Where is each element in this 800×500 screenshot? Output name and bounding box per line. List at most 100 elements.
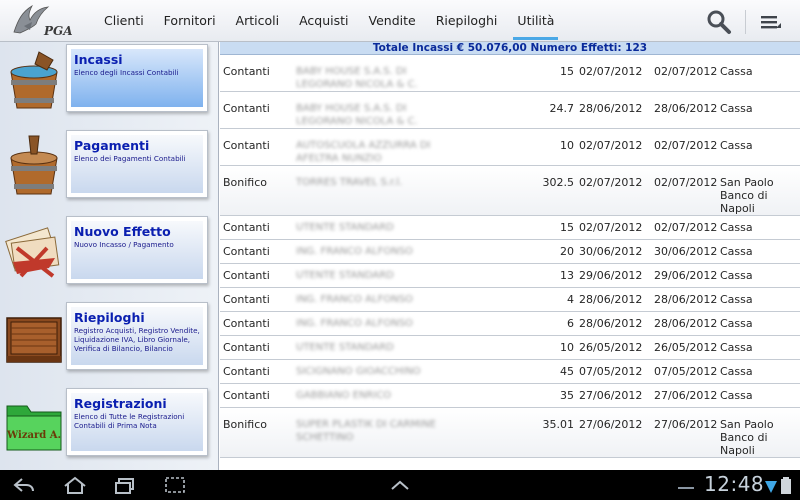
app-logo[interactable]: PGA (10, 2, 80, 40)
table-row[interactable]: Contanti UTENTE STANDARD 13 29/06/2012 29/06… (220, 264, 800, 288)
amount-cell: 35 (560, 389, 574, 402)
tab-vendite[interactable]: Vendite (359, 0, 426, 42)
account-cell: Cassa (720, 365, 753, 378)
account-cell: Cassa (720, 245, 753, 258)
date-cell: 02/07/2012 (579, 139, 643, 152)
payment-type-cell: Contanti (223, 269, 270, 282)
usb-icon (678, 487, 694, 489)
overflow-menu-icon (761, 16, 781, 29)
up-chevron-icon[interactable] (388, 476, 412, 494)
sidebar-item-description: Elenco dei Pagamenti Contabili (74, 154, 186, 163)
table-row[interactable]: Bonifico TORRES TRAVEL S.r.l. 302.5 02/07/2… (220, 166, 800, 216)
sidebar-item-pagamenti[interactable]: Pagamenti Elenco dei Pagamenti Contabili (0, 128, 218, 212)
wizard-folder-icon: Wizard A. (3, 390, 65, 456)
table-row[interactable]: Contanti AUTOSCUOLA AZZURRA DI AFELTRA NU… (220, 129, 800, 166)
date-cell: 29/06/2012 (579, 269, 643, 282)
wooden-crate-icon (3, 304, 65, 370)
table-row[interactable]: Contanti BABY HOUSE S.A.S. DI LEGORANO NI… (220, 55, 800, 92)
sidebar-card-pagamenti: Pagamenti Elenco dei Pagamenti Contabili (66, 130, 208, 198)
customer-name-cell: GABBIANO ENRICO (296, 390, 392, 401)
table-row[interactable]: Contanti ING. FRANCO ALFONSO 20 30/06/2012 3… (220, 240, 800, 264)
amount-cell: 10 (560, 139, 574, 152)
amount-cell: 35.01 (542, 418, 575, 431)
back-icon[interactable] (12, 476, 36, 494)
payment-type-cell: Bonifico (223, 176, 268, 189)
customer-name-cell: ING. FRANCO ALFONSO (296, 294, 413, 305)
tab-fornitori[interactable]: Fornitori (154, 0, 226, 42)
table-row[interactable]: Contanti UTENTE STANDARD 10 26/05/2012 26/05… (220, 336, 800, 360)
customer-name-cell: TORRES TRAVEL S.r.l. (296, 177, 403, 188)
account-cell: Cassa (720, 269, 753, 282)
customer-name-cell: SICIGNANO GIOACCHINO (296, 366, 421, 377)
incassi-rows: Contanti BABY HOUSE S.A.S. DI LEGORANO NI… (220, 55, 800, 458)
sidebar-item-title: Nuovo Effetto (74, 224, 171, 239)
tab-articoli[interactable]: Articoli (226, 0, 290, 42)
value-date-cell: 30/06/2012 (654, 245, 718, 258)
screenshot-icon[interactable] (163, 476, 187, 494)
payment-type-cell: Contanti (223, 293, 270, 306)
value-date-cell: 27/06/2012 (654, 389, 718, 402)
account-cell: Cassa (720, 389, 753, 402)
account-cell: San Paolo Banco di Napoli (720, 176, 774, 215)
sidebar-item-description: Elenco degli Incassi Contabili (74, 68, 179, 77)
amount-cell: 20 (560, 245, 574, 258)
account-cell: Cassa (720, 102, 753, 115)
customer-name-cell: BABY HOUSE S.A.S. DI LEGORANO NICOLA & C… (296, 66, 418, 90)
value-date-cell: 26/05/2012 (654, 341, 718, 354)
sidebar-item-registrazioni[interactable]: Wizard A. Registrazioni Elenco di Tutte … (0, 386, 218, 470)
sidebar: Incassi Elenco degli Incassi Contabili P… (0, 42, 219, 470)
value-date-cell: 28/06/2012 (654, 317, 718, 330)
overflow-menu-button[interactable] (759, 10, 783, 34)
table-row[interactable]: Contanti BABY HOUSE S.A.S. DI LEGORANO NI… (220, 92, 800, 129)
amount-cell: 4 (567, 293, 574, 306)
home-icon[interactable] (62, 476, 88, 494)
customer-name-cell: SUPER PLASTIK DI CARMINE SCHETTINO (296, 419, 436, 443)
main-tabs: Clienti Fornitori Articoli Acquisti Vend… (94, 0, 564, 42)
customer-name-cell: UTENTE STANDARD (296, 270, 394, 281)
table-row[interactable]: Contanti GABBIANO ENRICO 35 27/06/2012 27/06… (220, 384, 800, 408)
wifi-icon (765, 481, 777, 493)
sidebar-item-riepiloghi[interactable]: Riepiloghi Registro Acquisti, Registro V… (0, 300, 218, 384)
customer-name-cell: AUTOSCUOLA AZZURRA DI AFELTRA NUNZIO (296, 140, 431, 164)
customer-name-cell: ING. FRANCO ALFONSO (296, 246, 413, 257)
sidebar-item-title: Incassi (74, 52, 123, 67)
table-row[interactable]: Contanti UTENTE STANDARD 15 02/07/2012 02/07… (220, 216, 800, 240)
search-button[interactable] (706, 9, 732, 35)
value-date-cell: 07/05/2012 (654, 365, 718, 378)
value-date-cell: 02/07/2012 (654, 139, 718, 152)
tab-utilita[interactable]: Utilità (507, 0, 564, 42)
clock: 12:48 (704, 472, 765, 496)
sidebar-item-incassi[interactable]: Incassi Elenco degli Incassi Contabili (0, 42, 218, 126)
amount-cell: 15 (560, 221, 574, 234)
bucket-icon (3, 46, 65, 112)
amount-cell: 10 (560, 341, 574, 354)
table-row[interactable]: Contanti SICIGNANO GIOACCHINO 45 07/05/2012… (220, 360, 800, 384)
table-row[interactable]: Contanti ING. FRANCO ALFONSO 6 28/06/2012 28… (220, 312, 800, 336)
date-cell: 28/06/2012 (579, 102, 643, 115)
date-cell: 27/06/2012 (579, 418, 643, 431)
tab-acquisti[interactable]: Acquisti (289, 0, 358, 42)
sidebar-item-title: Pagamenti (74, 138, 150, 153)
logo-text: PGA (44, 24, 73, 38)
amount-cell: 15 (560, 65, 574, 78)
payment-type-cell: Contanti (223, 245, 270, 258)
sidebar-item-title: Riepiloghi (74, 310, 145, 325)
sidebar-item-nuovo-effetto[interactable]: Nuovo Effetto Nuovo Incasso / Pagamento (0, 214, 218, 298)
sidebar-item-title: Registrazioni (74, 396, 167, 411)
tab-clienti[interactable]: Clienti (94, 0, 154, 42)
recent-apps-icon[interactable] (113, 476, 137, 494)
table-row[interactable]: Bonifico SUPER PLASTIK DI CARMINE SCHETTI… (220, 408, 800, 458)
value-date-cell: 27/06/2012 (654, 418, 718, 431)
bucket-icon (3, 132, 65, 198)
table-row[interactable]: Contanti ING. FRANCO ALFONSO 4 28/06/2012 28… (220, 288, 800, 312)
account-cell: Cassa (720, 139, 753, 152)
date-cell: 02/07/2012 (579, 176, 643, 189)
account-cell: Cassa (720, 65, 753, 78)
tab-riepiloghi[interactable]: Riepiloghi (426, 0, 508, 42)
date-cell: 30/06/2012 (579, 245, 643, 258)
value-date-cell: 28/06/2012 (654, 293, 718, 306)
payment-type-cell: Contanti (223, 365, 270, 378)
sidebar-card-incassi: Incassi Elenco degli Incassi Contabili (66, 44, 208, 112)
payment-type-cell: Contanti (223, 317, 270, 330)
amount-cell: 6 (567, 317, 574, 330)
